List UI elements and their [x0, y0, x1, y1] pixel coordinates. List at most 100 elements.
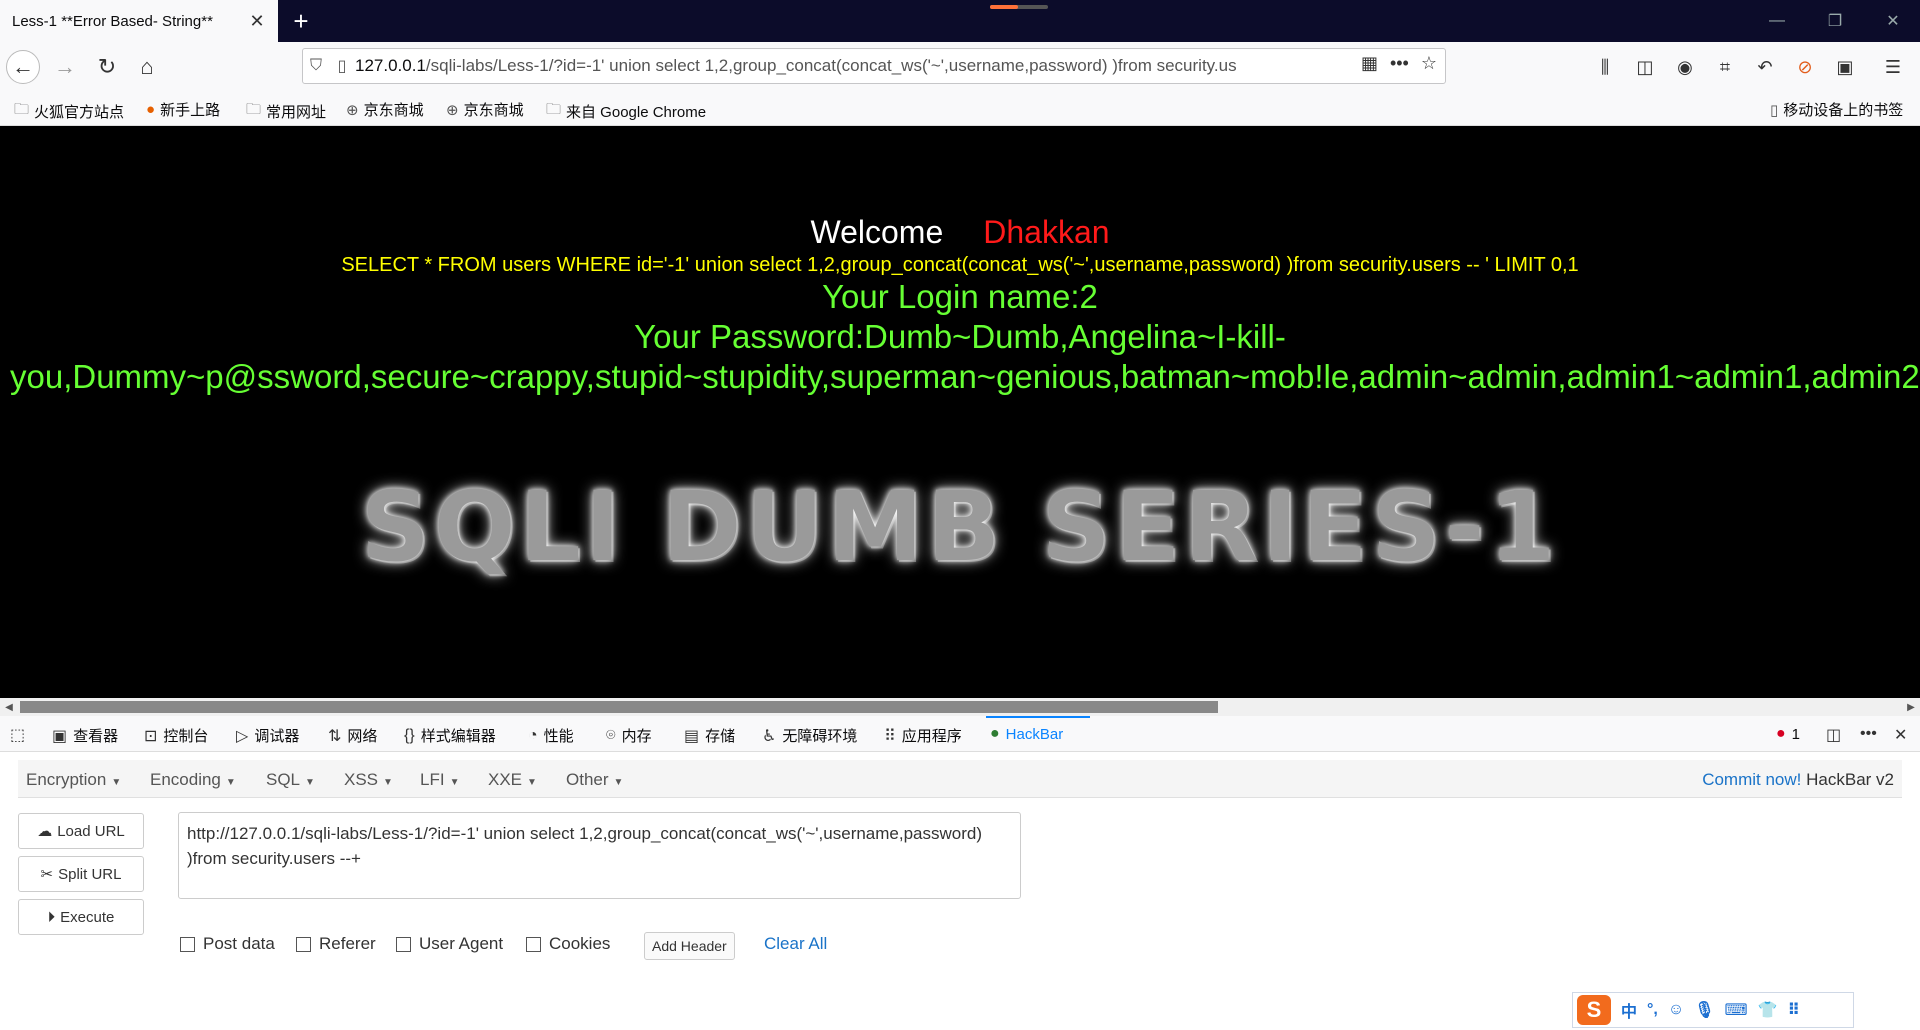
tab-strip: Less-1 **Error Based- String** ✕ + — ❐ ✕ — [0, 0, 1920, 42]
add-header-button[interactable]: Add Header — [644, 932, 735, 960]
account-icon[interactable]: ◉ — [1672, 54, 1698, 80]
forward-button[interactable]: → — [48, 50, 82, 84]
tab-performance[interactable]: ◔ 性能 — [528, 725, 574, 746]
horizontal-scrollbar[interactable]: ◀ ▶ — [0, 698, 1920, 716]
url-text[interactable]: 127.0.0.1/sqli-labs/Less-1/?id=-1' union… — [355, 56, 1335, 76]
sogou-logo-icon[interactable]: S — [1577, 995, 1611, 1025]
checkbox[interactable] — [296, 936, 311, 952]
inspector-icon: ▣ — [52, 727, 68, 745]
ime-mode[interactable]: 中 — [1621, 998, 1637, 1022]
minimize-icon[interactable]: — — [1750, 0, 1804, 42]
login-name-text: Your Login name:2 — [822, 278, 1098, 315]
tab-console[interactable]: ⊡ 控制台 — [144, 725, 208, 746]
restore-icon[interactable]: ❐ — [1808, 0, 1862, 42]
menu-icon[interactable]: ☰ — [1880, 54, 1906, 80]
dock-icon[interactable]: ◫ — [1826, 725, 1841, 745]
checkbox[interactable] — [526, 936, 541, 952]
tab-title: Less-1 **Error Based- String** — [12, 12, 213, 30]
back-button[interactable]: ← — [6, 50, 40, 84]
keyboard-icon[interactable]: ⌨ — [1725, 1000, 1748, 1020]
browser-tab[interactable]: Less-1 **Error Based- String** ✕ — [0, 0, 278, 42]
commit-link[interactable]: Commit now! — [1702, 770, 1801, 789]
punctuation-icon[interactable]: °, — [1647, 1001, 1658, 1019]
mobile-bookmarks[interactable]: ▯ 移动设备上的书签 — [1770, 99, 1903, 120]
skin-icon[interactable]: 👕 — [1758, 1000, 1778, 1020]
console-icon: ⊡ — [144, 727, 158, 745]
menu-sql[interactable]: SQL ▼ — [266, 770, 315, 790]
split-url-button[interactable]: ✂ Split URL — [18, 856, 144, 892]
tab-network[interactable]: ⇅ 网络 — [328, 725, 377, 746]
password-text-continued: you,Dummy~p@ssword,secure~crappy,stupid~… — [10, 358, 1920, 395]
post-data-checkbox[interactable]: Post data — [180, 934, 275, 954]
blocker-icon[interactable]: ⊘ — [1792, 54, 1818, 80]
bookmark-item[interactable]: 🗀 常用网址 — [246, 99, 326, 124]
tab-style-editor[interactable]: {} 样式编辑器 — [404, 725, 496, 746]
error-count-badge[interactable]: ● 1 — [1776, 725, 1800, 743]
emoji-icon[interactable]: ☺ — [1668, 1001, 1684, 1019]
microphone-icon[interactable]: 🎙 — [1694, 1000, 1714, 1020]
folder-icon: 🗀 — [246, 101, 262, 118]
network-icon: ⇅ — [328, 727, 342, 745]
window-close-icon[interactable]: ✕ — [1866, 0, 1920, 42]
page-info-icon[interactable]: ▯ — [329, 56, 355, 76]
tab-hackbar[interactable]: ● HackBar — [990, 725, 1063, 743]
checkbox[interactable] — [180, 936, 195, 952]
menu-encoding[interactable]: Encoding ▼ — [150, 770, 236, 790]
close-devtools-icon[interactable]: ✕ — [1894, 725, 1907, 745]
globe-icon: ⊕ — [446, 101, 459, 119]
devtools-toolbar: ⬚ ▣ 查看器 ⊡ 控制台 ▷ 调试器 ⇅ 网络 {} 样式编辑器 ◔ 性能 ⌾ 内存 ▤ 存储… — [0, 716, 1920, 752]
scrollbar-thumb[interactable] — [20, 701, 1218, 713]
scroll-left-icon[interactable]: ◀ — [0, 698, 18, 716]
menu-encryption[interactable]: Encryption ▼ — [26, 770, 121, 790]
element-picker-icon[interactable]: ⬚ — [10, 725, 25, 745]
bookmark-item[interactable]: 🗀 来自 Google Chrome — [546, 99, 706, 124]
tab-storage[interactable]: ▤ 存储 — [684, 725, 735, 746]
library-icon[interactable]: ⫼ — [1592, 54, 1618, 80]
tab-accessibility[interactable]: ♿ 无障碍环境 — [762, 725, 857, 746]
checkbox[interactable] — [396, 936, 411, 952]
bookmark-item[interactable]: ● 新手上路 — [146, 99, 220, 120]
more-options-icon[interactable]: ••• — [1860, 725, 1877, 743]
referer-checkbox[interactable]: Referer — [296, 934, 376, 954]
hackbar-url-input[interactable]: http://127.0.0.1/sqli-labs/Less-1/?id=-1… — [178, 812, 1021, 899]
loading-indicator — [990, 5, 1048, 9]
banner-image: SQLI DUMB SERIES-1 — [360, 471, 1560, 583]
sidebar-icon[interactable]: ◫ — [1632, 54, 1658, 80]
page-actions-icon[interactable]: ••• — [1390, 53, 1409, 74]
undo-icon[interactable]: ↶ — [1752, 54, 1778, 80]
screenshot-icon[interactable]: ⌗ — [1712, 54, 1738, 80]
application-icon: ⠿ — [884, 727, 896, 745]
user-agent-checkbox[interactable]: User Agent — [396, 934, 503, 954]
extension-icon[interactable]: ▣ — [1832, 54, 1858, 80]
home-button[interactable]: ⌂ — [130, 50, 164, 84]
toolbox-icon[interactable]: ⠿ — [1788, 1000, 1801, 1020]
cookies-checkbox[interactable]: Cookies — [526, 934, 610, 954]
qr-code-icon[interactable]: ▦ — [1361, 53, 1378, 74]
tab-inspector[interactable]: ▣ 查看器 — [52, 725, 118, 746]
page-content: Welcome Dhakkan SELECT * FROM users WHERE… — [0, 126, 1920, 698]
menu-xss[interactable]: XSS ▼ — [344, 770, 393, 790]
shield-icon[interactable]: ⛉ — [303, 57, 329, 75]
execute-button[interactable]: ⏵ Execute — [18, 899, 144, 935]
hackbar-icon: ● — [990, 725, 1000, 742]
bookmark-item[interactable]: 🗀 火狐官方站点 — [14, 99, 124, 124]
close-icon[interactable]: ✕ — [246, 10, 268, 32]
commit-info: Commit now! HackBar v2 — [1702, 770, 1894, 790]
menu-other[interactable]: Other ▼ — [566, 770, 623, 790]
menu-xxe[interactable]: XXE ▼ — [488, 770, 537, 790]
reload-button[interactable]: ↻ — [90, 50, 124, 84]
clear-all-link[interactable]: Clear All — [764, 934, 827, 954]
caret-down-icon: ▼ — [225, 777, 236, 788]
new-tab-button[interactable]: + — [286, 6, 316, 36]
tab-application[interactable]: ⠿ 应用程序 — [884, 725, 962, 746]
bookmark-star-icon[interactable]: ☆ — [1421, 53, 1437, 74]
tab-memory[interactable]: ⌾ 内存 — [606, 725, 652, 746]
bookmark-item[interactable]: ⊕ 京东商城 — [346, 99, 424, 120]
load-url-button[interactable]: ☁ Load URL — [18, 813, 144, 849]
password-text: Your Password:Dumb~Dumb,Angelina~I-kill- — [634, 318, 1286, 355]
scroll-right-icon[interactable]: ▶ — [1902, 698, 1920, 716]
menu-lfi[interactable]: LFI ▼ — [420, 770, 459, 790]
bookmark-item[interactable]: ⊕ 京东商城 — [446, 99, 524, 120]
url-bar[interactable]: ⛉ ▯ 127.0.0.1/sqli-labs/Less-1/?id=-1' u… — [302, 48, 1446, 84]
tab-debugger[interactable]: ▷ 调试器 — [236, 725, 299, 746]
